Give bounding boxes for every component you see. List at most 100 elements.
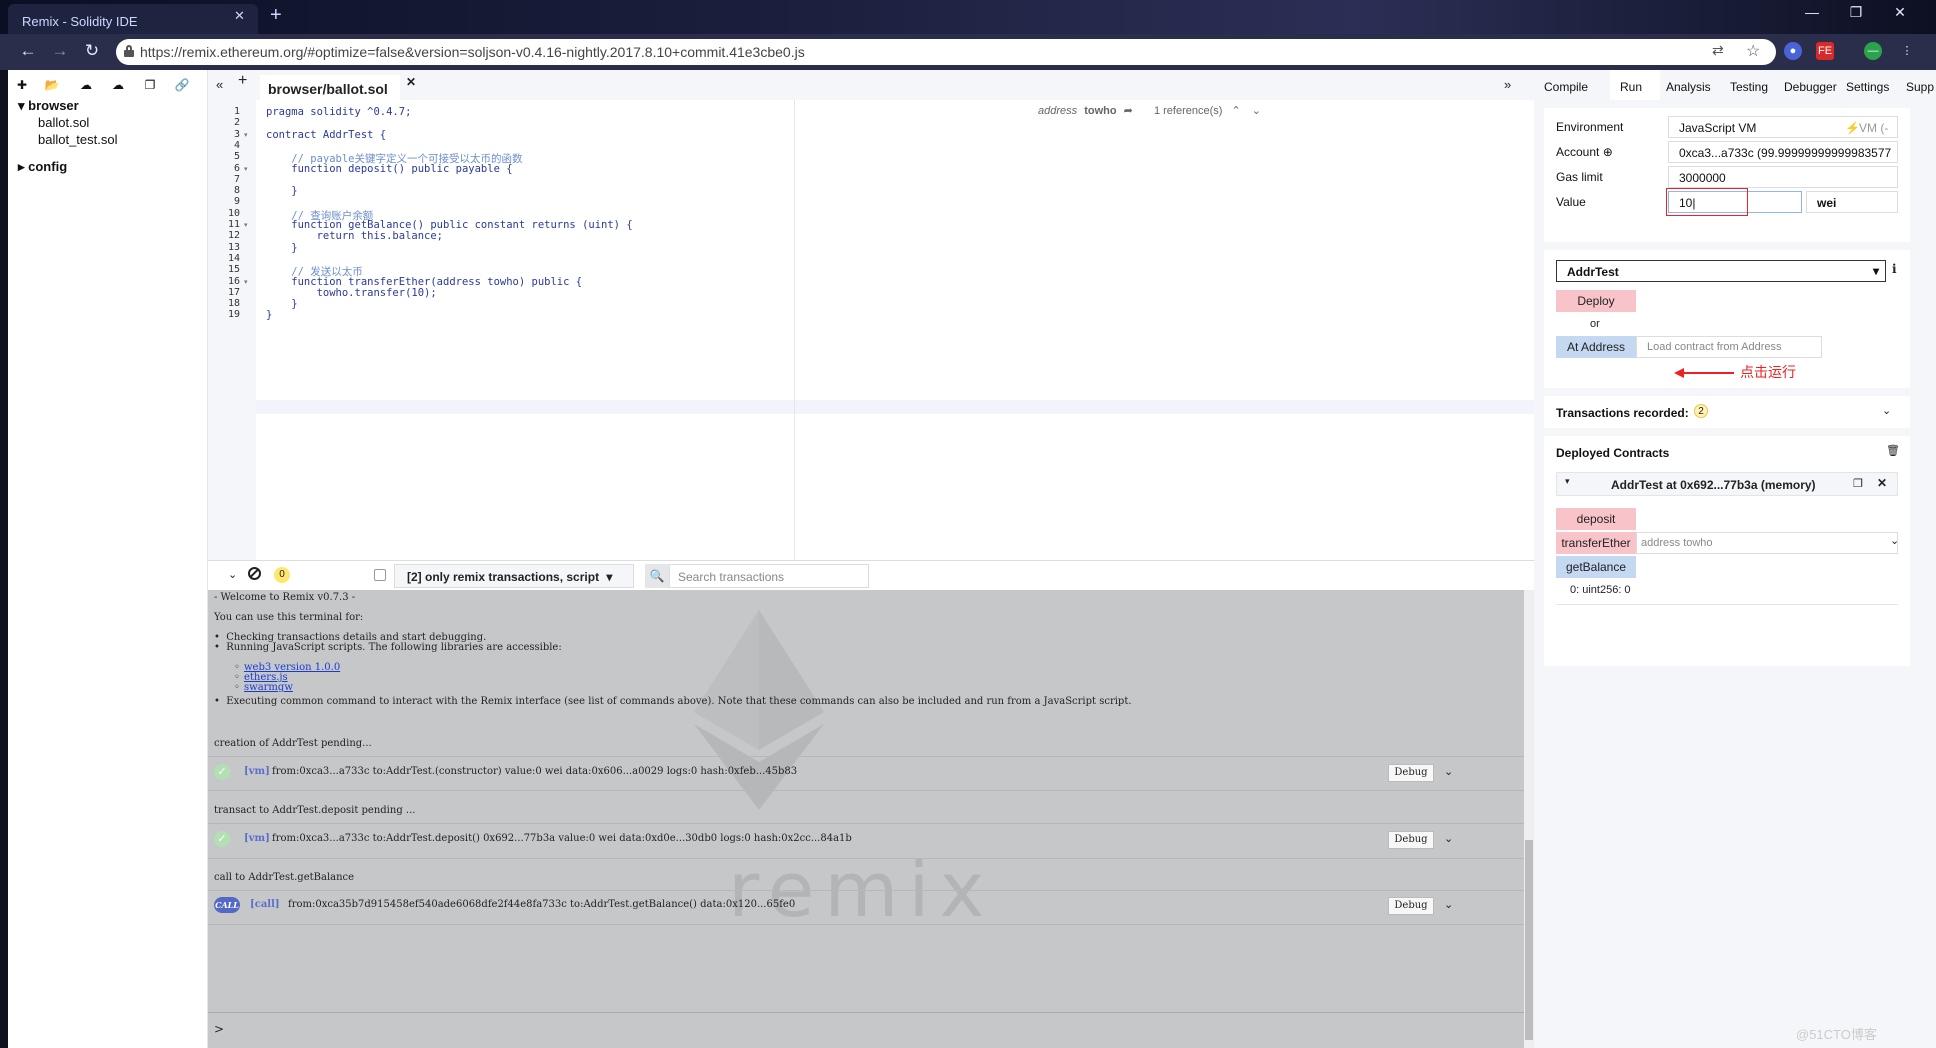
collapse-right-panel-icon[interactable]: » [1504, 77, 1511, 92]
terminal-scrollbar[interactable] [1524, 590, 1534, 1048]
expand-params-icon[interactable]: ⌄ [1890, 534, 1899, 547]
tab-analysis[interactable]: Analysis [1666, 80, 1711, 94]
code-line[interactable]: function getBalance() public constant re… [266, 219, 632, 231]
transfer-ether-button[interactable]: transferEther [1556, 532, 1636, 554]
open-folder-icon[interactable]: 📂 [44, 78, 60, 92]
minimize-window-icon[interactable]: — [1792, 4, 1832, 20]
code-line[interactable]: pragma solidity ^0.4.7; [266, 106, 411, 118]
load-contract-address-input[interactable]: Load contract from Address [1636, 336, 1822, 358]
extension-shield-icon[interactable]: ● [1784, 42, 1802, 60]
file-ballot[interactable]: ballot.sol [38, 115, 89, 130]
file-ballot-test[interactable]: ballot_test.sol [38, 132, 118, 147]
copy-icon[interactable]: ❐ [142, 78, 158, 92]
contract-instance-header[interactable]: ▾ AddrTest at 0x692...77b3a (memory) ❐ ✕ [1556, 472, 1898, 496]
debug-button[interactable]: Debug [1388, 764, 1434, 782]
at-address-button[interactable]: At Address [1556, 336, 1636, 358]
deposit-button[interactable]: deposit [1556, 508, 1636, 530]
tab-debugger[interactable]: Debugger [1784, 80, 1837, 94]
forward-icon[interactable]: → [48, 41, 72, 61]
tx-summary[interactable]: from:0xca35b7d915458ef540ade6068dfe2f44e… [288, 899, 795, 910]
run-settings-card: Environment JavaScript VM ⚡ VM (- Accoun… [1544, 108, 1910, 242]
trash-icon[interactable]: 🗑 [1886, 444, 1900, 457]
code-line[interactable]: contract AddrTest { [266, 129, 386, 141]
fold-icon[interactable]: ▾ [244, 221, 248, 229]
gas-limit-input[interactable]: 3000000 [1668, 166, 1898, 188]
file-explorer: ✚ 📂 ☁ ☁ ❐ 🔗 ▾ browser ballot.sol ballot_… [8, 70, 208, 1048]
extension-fe-icon[interactable]: FE [1816, 42, 1834, 60]
terminal-output[interactable]: remix - Welcome to Remix v0.7.3 - You ca… [208, 590, 1524, 1048]
environment-select[interactable]: JavaScript VM ⚡ VM (- [1668, 116, 1898, 138]
expand-recorder-icon[interactable]: ⌄ [1882, 404, 1891, 417]
code-line[interactable]: } [266, 298, 297, 310]
folder-browser[interactable]: ▾ browser [18, 98, 79, 114]
fold-icon[interactable]: ▾ [244, 278, 248, 286]
link-icon[interactable]: 🔗 [174, 78, 190, 92]
tx-summary[interactable]: from:0xca3...a733c to:AddrTest.deposit()… [272, 833, 852, 844]
line-number: 4 [233, 139, 240, 151]
contract-select[interactable]: AddrTest ▾ [1556, 260, 1886, 282]
value-unit-select[interactable]: wei [1806, 191, 1898, 213]
code-line[interactable]: } [266, 309, 272, 321]
code-line[interactable]: function transferEther(address towho) pu… [266, 276, 582, 288]
code-line[interactable]: } [266, 185, 297, 197]
tab-run[interactable]: Run [1620, 80, 1642, 94]
profile-avatar[interactable]: — [1864, 42, 1882, 60]
lib-link-swarmgw[interactable]: swarmgw [244, 682, 293, 693]
tab-compile[interactable]: Compile [1544, 80, 1588, 94]
tab-support[interactable]: Supp [1906, 80, 1934, 94]
scrollbar-thumb[interactable] [1525, 840, 1533, 1040]
close-tab-icon[interactable]: ✕ [234, 8, 245, 24]
debug-button[interactable]: Debug [1388, 831, 1434, 849]
editor-file-tab[interactable]: browser/ballot.sol [260, 75, 400, 100]
search-transactions-input[interactable]: Search transactions [669, 564, 869, 588]
collapse-left-panel-icon[interactable]: « [216, 77, 223, 92]
browser-tab[interactable]: Remix - Solidity IDE [8, 4, 258, 34]
back-icon[interactable]: ← [16, 41, 40, 61]
account-select[interactable]: 0xca3...a733c (99.99999999999983577 [1668, 141, 1898, 163]
collapse-terminal-icon[interactable]: ⌄ [228, 568, 237, 581]
github-publish-icon[interactable]: ☁ [78, 78, 94, 92]
code-editor[interactable]: address towho ➦ 1 reference(s) ⌃ ⌄ 1 prag… [208, 100, 1534, 560]
translate-icon[interactable]: ⇄ [1712, 42, 1724, 59]
url-bar[interactable]: https://remix.ethereum.org/#optimize=fal… [116, 39, 1776, 65]
tx-summary[interactable]: from:0xca3...a733c to:AddrTest.(construc… [272, 766, 797, 777]
expand-tx-icon[interactable]: ⌄ [1444, 765, 1453, 778]
create-file-icon[interactable]: ✚ [14, 78, 30, 92]
debug-button[interactable]: Debug [1388, 897, 1434, 915]
code-line[interactable]: function deposit() public payable { [266, 163, 512, 175]
expand-tx-icon[interactable]: ⌄ [1444, 898, 1453, 911]
prev-reference-icon[interactable]: ⌃ [1231, 105, 1240, 117]
new-tab-icon[interactable]: + [270, 4, 282, 27]
close-window-icon[interactable]: ✕ [1880, 4, 1920, 21]
bookmark-star-icon[interactable]: ☆ [1746, 41, 1760, 61]
folder-config[interactable]: ▸ config [18, 159, 67, 175]
github-gist-icon[interactable]: ☁ [110, 78, 126, 92]
fold-icon[interactable]: ▾ [244, 131, 248, 139]
next-reference-icon[interactable]: ⌄ [1252, 105, 1261, 117]
deploy-button[interactable]: Deploy [1556, 290, 1636, 312]
browser-menu-icon[interactable]: ⋮ [1898, 42, 1916, 60]
info-icon[interactable]: i [1892, 262, 1897, 276]
clear-terminal-icon[interactable] [248, 567, 261, 580]
code-line[interactable]: } [266, 242, 297, 254]
add-file-icon[interactable]: + [238, 72, 247, 90]
listen-network-checkbox[interactable] [374, 569, 386, 581]
get-balance-button[interactable]: getBalance [1556, 556, 1636, 578]
code-line[interactable]: return this.balance; [266, 230, 443, 242]
terminal-prompt[interactable]: > [214, 1022, 224, 1036]
close-file-tab-icon[interactable]: ✕ [406, 75, 416, 89]
code-line[interactable]: towho.transfer(10); [266, 287, 437, 299]
tx-filter-dropdown[interactable]: [2] only remix transactions, script ▾ [394, 564, 634, 588]
tab-testing[interactable]: Testing [1730, 80, 1768, 94]
transfer-ether-input[interactable]: address towho [1636, 532, 1898, 554]
copy-address-icon[interactable]: ❐ [1853, 477, 1863, 490]
expand-tx-icon[interactable]: ⌄ [1444, 832, 1453, 845]
remove-instance-icon[interactable]: ✕ [1877, 476, 1887, 490]
collapse-instance-icon: ▾ [1565, 476, 1570, 486]
fold-icon[interactable]: ▾ [244, 165, 248, 173]
add-account-icon[interactable]: ⊕ [1603, 145, 1613, 159]
restore-window-icon[interactable]: ❐ [1836, 4, 1876, 21]
tab-settings[interactable]: Settings [1846, 80, 1889, 94]
tx-recorded-card[interactable]: Transactions recorded: 2 ⌄ [1544, 396, 1910, 428]
reload-icon[interactable]: ↻ [80, 41, 104, 61]
